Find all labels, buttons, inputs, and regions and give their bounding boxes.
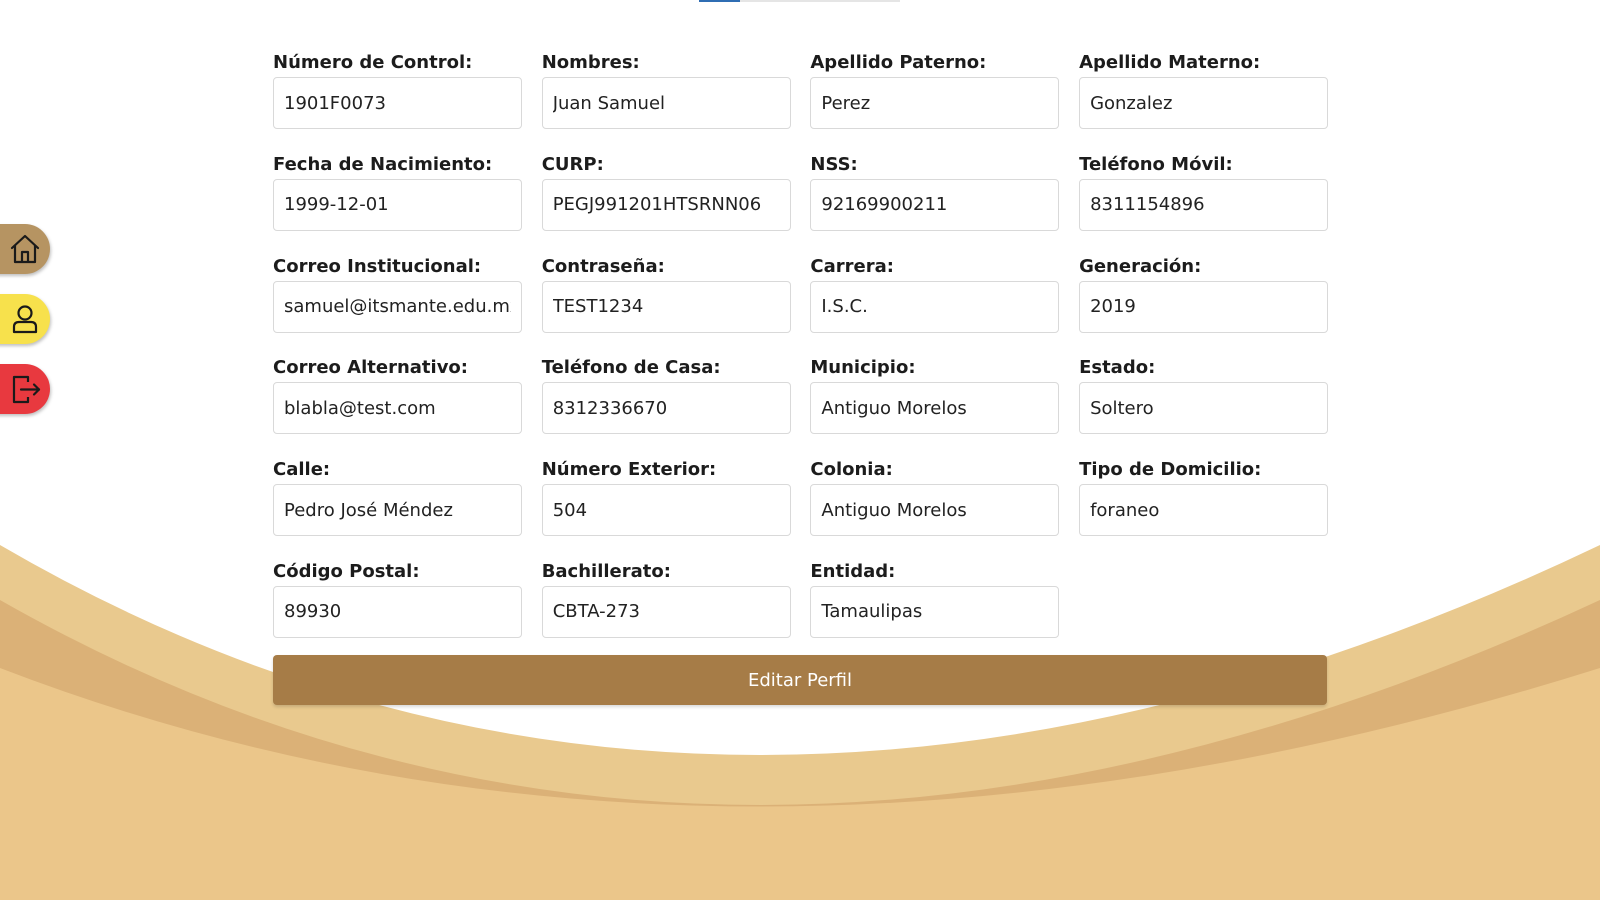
logout-button[interactable] [0,364,50,414]
field-numero-control: Número de Control: [273,46,522,148]
field-label: Colonia: [810,459,893,481]
field-tipo-domicilio: Tipo de Domicilio: [1079,453,1329,555]
field-label: Contraseña: [541,255,665,277]
field-label: Calle: [273,459,331,481]
field-label: Número de Control: [273,52,473,73]
field-label: Teléfono Móvil: [1079,153,1233,175]
field-nss: NSS: [810,148,1060,250]
field-label: Fecha de Nacimiento: [273,153,493,175]
calle-input[interactable] [273,484,522,537]
field-municipio: Municipio: [810,351,1060,453]
tipo-domicilio-input[interactable] [1079,484,1329,537]
field-contrasena: Contraseña: [541,250,791,352]
field-telefono-casa: Teléfono de Casa: [541,351,791,453]
logout-icon [12,375,41,404]
field-numero-exterior: Número Exterior: [541,453,791,555]
telefono-movil-input[interactable] [1079,178,1329,231]
field-label: Número Exterior: [541,459,717,481]
field-label: Apellido Materno: [1079,52,1261,73]
codigo-postal-input[interactable] [273,585,522,638]
profile-button[interactable] [0,294,50,344]
field-label: Municipio: [810,357,916,379]
municipio-input[interactable] [810,382,1060,435]
field-estado: Estado: [1079,351,1329,453]
field-label: Carrera: [810,255,894,277]
field-apellido-paterno: Apellido Paterno: [810,46,1060,148]
field-carrera: Carrera: [810,250,1060,352]
field-label: Apellido Paterno: [810,52,987,73]
field-fecha-nacimiento: Fecha de Nacimiento: [273,148,522,250]
nss-input[interactable] [810,178,1060,231]
field-colonia: Colonia: [810,453,1060,555]
carrera-input[interactable] [810,280,1060,333]
field-label: Código Postal: [273,560,420,582]
field-label: Nombres: [541,52,640,73]
nombres-input[interactable] [541,77,791,129]
field-label: CURP: [541,153,604,175]
user-icon [12,305,38,334]
generacion-input[interactable] [1079,280,1329,333]
numero-control-input[interactable] [273,77,522,129]
field-entidad: Entidad: [810,555,1060,657]
field-label: Correo Institucional: [273,255,482,277]
field-telefono-movil: Teléfono Móvil: [1079,148,1329,250]
field-nombres: Nombres: [541,46,791,148]
field-codigo-postal: Código Postal: [273,555,522,657]
field-apellido-materno: Apellido Materno: [1079,46,1329,148]
field-label: Tipo de Domicilio: [1079,459,1262,481]
edit-profile-button[interactable]: Editar Perfil [273,655,1327,705]
apellido-paterno-input[interactable] [810,77,1060,129]
apellido-materno-input[interactable] [1079,77,1329,129]
telefono-casa-input[interactable] [541,382,791,435]
field-bachillerato: Bachillerato: [541,555,791,657]
field-label: NSS: [810,153,858,175]
bachillerato-input[interactable] [541,585,791,638]
numero-exterior-input[interactable] [541,484,791,537]
field-correo-alternativo: Correo Alternativo: [273,351,522,453]
field-curp: CURP: [541,148,791,250]
estado-input[interactable] [1079,382,1329,435]
field-label: Entidad: [810,560,896,582]
curp-input[interactable] [541,178,791,231]
field-label: Bachillerato: [541,560,671,582]
field-label: Generación: [1079,255,1202,277]
field-label: Teléfono de Casa: [541,357,721,379]
profile-page: Número de Control: Nombres: Apellido Pat… [0,0,1600,900]
field-calle: Calle: [273,453,522,555]
correo-institucional-input[interactable] [273,280,522,333]
contrasena-input[interactable] [541,280,791,333]
profile-fields-grid: Número de Control: Nombres: Apellido Pat… [273,46,1329,657]
home-button[interactable] [0,224,50,274]
field-generacion: Generación: [1079,250,1329,352]
correo-alternativo-input[interactable] [273,382,522,435]
field-label: Estado: [1079,357,1156,379]
entidad-input[interactable] [810,585,1060,638]
colonia-input[interactable] [810,484,1060,537]
profile-form: Número de Control: Nombres: Apellido Pat… [273,46,1329,657]
home-icon [10,234,40,264]
fecha-nacimiento-input[interactable] [273,178,522,231]
top-tab-indicator [699,0,740,2]
field-correo-institucional: Correo Institucional: [273,250,522,352]
field-label: Correo Alternativo: [273,357,468,379]
